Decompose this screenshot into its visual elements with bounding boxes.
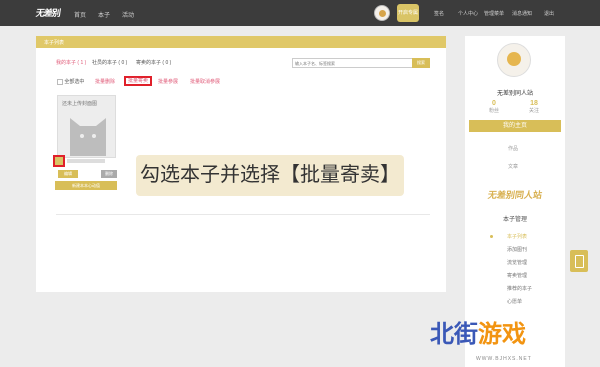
tab-consign-books[interactable]: 寄卖的本子 ( 0 ) xyxy=(136,59,171,66)
no-cover-label: 还未上传封面图 xyxy=(62,101,98,107)
batch-cancel-exhibit-button[interactable]: 批量取消参展 xyxy=(190,78,220,85)
book-title-placeholder xyxy=(67,159,105,163)
manage-section-title: 本子管理 xyxy=(502,217,527,223)
nav-logout[interactable]: 退出 xyxy=(544,10,554,17)
batch-exhibit-button[interactable]: 批量参展 xyxy=(158,78,178,85)
profile-avatar[interactable] xyxy=(497,43,531,77)
menu-recommended[interactable]: 推荐的本子 xyxy=(507,285,532,292)
batch-delete-button[interactable]: 批量删除 xyxy=(95,78,115,85)
watermark-main: 北街 xyxy=(430,321,478,348)
select-all-checkbox[interactable] xyxy=(57,78,63,85)
nav-events[interactable]: 活动 xyxy=(122,10,134,19)
search-button[interactable]: 搜索 xyxy=(412,58,430,68)
cat-placeholder-icon xyxy=(70,118,106,156)
book-wide-button[interactable]: 新建本本心动值 xyxy=(55,181,117,190)
delete-button[interactable]: 删除 xyxy=(101,170,117,178)
book-select-checkbox[interactable] xyxy=(53,155,65,167)
instruction-caption: 勾选本子并选择【批量寄卖】 xyxy=(136,155,404,196)
content-divider xyxy=(56,214,430,215)
phone-float-icon[interactable] xyxy=(570,250,588,272)
tab-member-books[interactable]: 社员的本子 ( 0 ) xyxy=(92,59,127,66)
stat-fans-value: 0 xyxy=(492,100,496,107)
watermark-logo: 北街游戏 xyxy=(430,314,526,349)
nav-home[interactable]: 首页 xyxy=(74,10,86,19)
menu-add[interactable]: 添加图刊 xyxy=(507,246,527,253)
nav-profile[interactable]: 个人中心 xyxy=(458,10,478,17)
nav-manage[interactable]: 管理菜单 xyxy=(484,10,504,17)
menu-book-list[interactable]: 本子列表 xyxy=(507,233,527,240)
nav-sign[interactable]: 签名 xyxy=(434,10,444,17)
menu-consign[interactable]: 寄卖管理 xyxy=(507,272,527,279)
manage-logo: 无差别同人站 xyxy=(487,190,543,200)
select-all-label: 全部选中 xyxy=(64,79,85,85)
search-box xyxy=(292,58,414,68)
site-logo[interactable]: 无差别 xyxy=(35,6,61,19)
watermark-accent: 游戏 xyxy=(478,321,526,348)
stat-follow[interactable]: 18 关注 xyxy=(519,100,549,114)
my-home-button[interactable]: 我的主页 xyxy=(469,120,561,132)
stat-fans[interactable]: 0 粉丝 xyxy=(479,100,509,114)
search-input[interactable] xyxy=(295,60,391,67)
profile-name: 无差别同人站 xyxy=(496,91,533,97)
panel-header: 本子列表 xyxy=(36,36,446,48)
edit-button[interactable]: 编辑 xyxy=(58,170,78,178)
user-avatar[interactable] xyxy=(374,5,390,21)
menu-browse[interactable]: 流览管理 xyxy=(507,259,527,266)
panel-title: 本子列表 xyxy=(44,40,65,46)
vip-badge[interactable]: 开启专属 xyxy=(397,4,419,22)
stat-follow-label: 关注 xyxy=(528,108,539,114)
active-bullet-icon xyxy=(490,235,493,238)
tab-my-books[interactable]: 我的本子 ( 1 ) xyxy=(56,59,86,66)
stat-fans-label: 粉丝 xyxy=(488,108,499,114)
menu-wishlist[interactable]: 心愿单 xyxy=(507,298,522,305)
works-link[interactable]: 作品 xyxy=(508,145,518,152)
batch-consign-button[interactable]: 批量寄卖 xyxy=(124,76,153,86)
watermark-url: WWW.BJHXS.NET xyxy=(476,356,532,362)
nav-books[interactable]: 本子 xyxy=(98,10,110,19)
stat-follow-value: 18 xyxy=(530,100,538,107)
nav-messages[interactable]: 消息通知 xyxy=(512,10,532,17)
select-all-row[interactable]: 全部选中 xyxy=(57,78,84,85)
book-card[interactable]: 还未上传封面图 xyxy=(57,95,116,158)
top-navbar xyxy=(0,0,600,26)
articles-link[interactable]: 文章 xyxy=(508,163,518,170)
